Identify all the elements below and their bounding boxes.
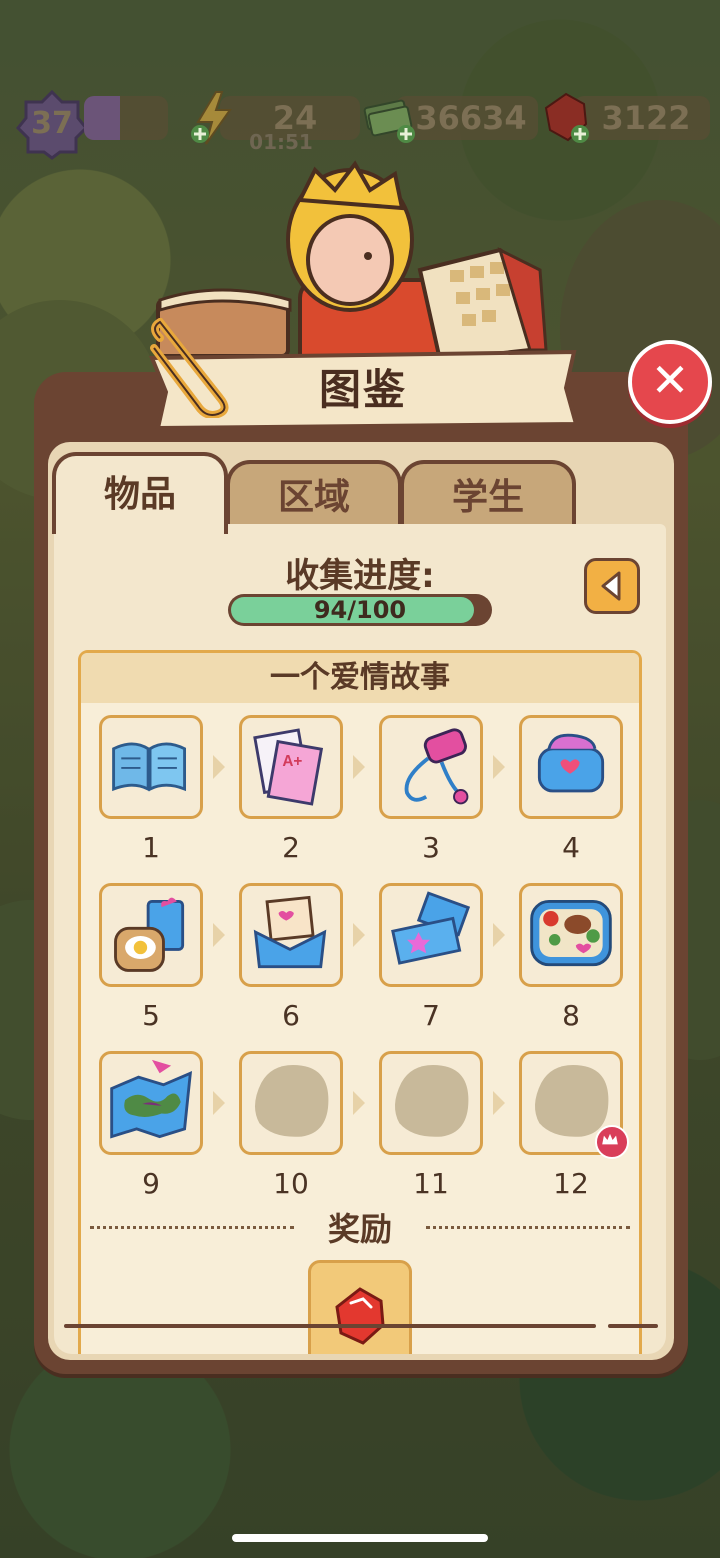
item-number: 10 bbox=[273, 1167, 309, 1200]
love-letter-icon bbox=[253, 895, 327, 969]
item-number: 11 bbox=[413, 1167, 449, 1200]
collection-tabs: 物品 区域 学生 bbox=[52, 452, 652, 534]
gem-counter[interactable]: 3122 bbox=[574, 96, 710, 140]
energy-timer: 01:51 bbox=[249, 130, 313, 154]
locked-silhouette-icon bbox=[254, 1065, 329, 1137]
content-scroll-thumb[interactable] bbox=[608, 1324, 658, 1328]
collection-item-6[interactable] bbox=[239, 883, 343, 987]
gem-value: 3122 bbox=[601, 99, 691, 137]
collection-item-7[interactable] bbox=[379, 883, 483, 987]
triangle-left-icon bbox=[601, 571, 621, 601]
collection-item-8[interactable] bbox=[519, 883, 623, 987]
chevron-right-icon bbox=[351, 921, 367, 949]
reward-section: 奖励 bbox=[54, 1204, 666, 1248]
graded-papers-icon: A+ bbox=[253, 728, 324, 806]
collection-item-3[interactable] bbox=[379, 715, 483, 819]
item-number: 8 bbox=[562, 999, 580, 1032]
collection-item-1[interactable] bbox=[99, 715, 203, 819]
item-number: 1 bbox=[142, 831, 160, 864]
content-scroll-track bbox=[64, 1324, 596, 1328]
progress-label: 收集进度: bbox=[285, 556, 435, 596]
top-hud: 37 24 01:51 36634 3122 bbox=[0, 89, 720, 160]
item-number: 6 bbox=[282, 999, 300, 1032]
collection-item-5[interactable] bbox=[99, 883, 203, 987]
item-number: 9 bbox=[142, 1167, 160, 1200]
ruby-gem-icon bbox=[538, 90, 594, 146]
collection-item-4[interactable] bbox=[519, 715, 623, 819]
bento-box-icon bbox=[530, 899, 612, 967]
locked-silhouette-icon bbox=[394, 1065, 469, 1137]
collection-item-10[interactable] bbox=[239, 1051, 343, 1155]
svg-text:A+: A+ bbox=[282, 753, 302, 770]
level-number: 37 bbox=[31, 106, 73, 141]
item-number: 5 bbox=[142, 999, 160, 1032]
close-icon: ✕ bbox=[650, 353, 690, 407]
item-number: 7 bbox=[422, 999, 440, 1032]
tab-areas[interactable]: 区域 bbox=[226, 460, 402, 532]
xp-bar bbox=[84, 96, 168, 140]
open-book-icon bbox=[112, 742, 187, 792]
chevron-right-icon bbox=[211, 1089, 227, 1117]
cash-stack-icon bbox=[362, 90, 418, 146]
crown-icon bbox=[595, 1125, 629, 1159]
item-number: 3 bbox=[422, 831, 440, 864]
item-number: 12 bbox=[553, 1167, 589, 1200]
cash-value: 36634 bbox=[415, 99, 527, 137]
chevron-right-icon bbox=[211, 921, 227, 949]
chevron-right-icon bbox=[351, 753, 367, 781]
home-indicator[interactable] bbox=[232, 1534, 488, 1542]
ruby-gem-icon bbox=[335, 1287, 385, 1345]
item-number: 2 bbox=[282, 831, 300, 864]
movie-tickets-icon bbox=[391, 891, 471, 965]
music-player-icon bbox=[404, 728, 469, 805]
previous-story-button[interactable] bbox=[584, 558, 640, 614]
reward-card[interactable] bbox=[308, 1260, 412, 1354]
chevron-right-icon bbox=[491, 753, 507, 781]
chevron-right-icon bbox=[491, 1089, 507, 1117]
chevron-right-icon bbox=[491, 921, 507, 949]
reward-divider-right bbox=[426, 1226, 630, 1229]
treasure-map-icon bbox=[110, 1059, 193, 1139]
chevron-right-icon bbox=[211, 753, 227, 781]
tab-students[interactable]: 学生 bbox=[400, 460, 576, 532]
chevron-right-icon bbox=[351, 1089, 367, 1117]
lunch-bag-icon bbox=[537, 733, 605, 793]
item-number: 4 bbox=[562, 831, 580, 864]
collection-item-2[interactable]: A+ bbox=[239, 715, 343, 819]
story-title: 一个爱情故事 bbox=[81, 653, 639, 703]
panel-title: 图鉴 bbox=[318, 365, 407, 414]
tab-students-label: 学生 bbox=[451, 477, 524, 518]
close-button[interactable]: ✕ bbox=[628, 340, 712, 424]
tab-areas-label: 区域 bbox=[277, 477, 350, 518]
milk-and-toast-icon bbox=[114, 897, 185, 972]
tab-items[interactable]: 物品 bbox=[52, 452, 228, 534]
collection-item-9[interactable] bbox=[99, 1051, 203, 1155]
tab-items-label: 物品 bbox=[103, 474, 176, 515]
items-tab-content: 收集进度: 94/100 一个爱情故事 1 A+ 2 3 4 5 6 7 8 9 10 11 12 奖励 bbox=[54, 524, 666, 1354]
progress-text: 94/100 bbox=[313, 596, 407, 624]
lightning-icon bbox=[186, 90, 242, 146]
collection-item-11[interactable] bbox=[379, 1051, 483, 1155]
